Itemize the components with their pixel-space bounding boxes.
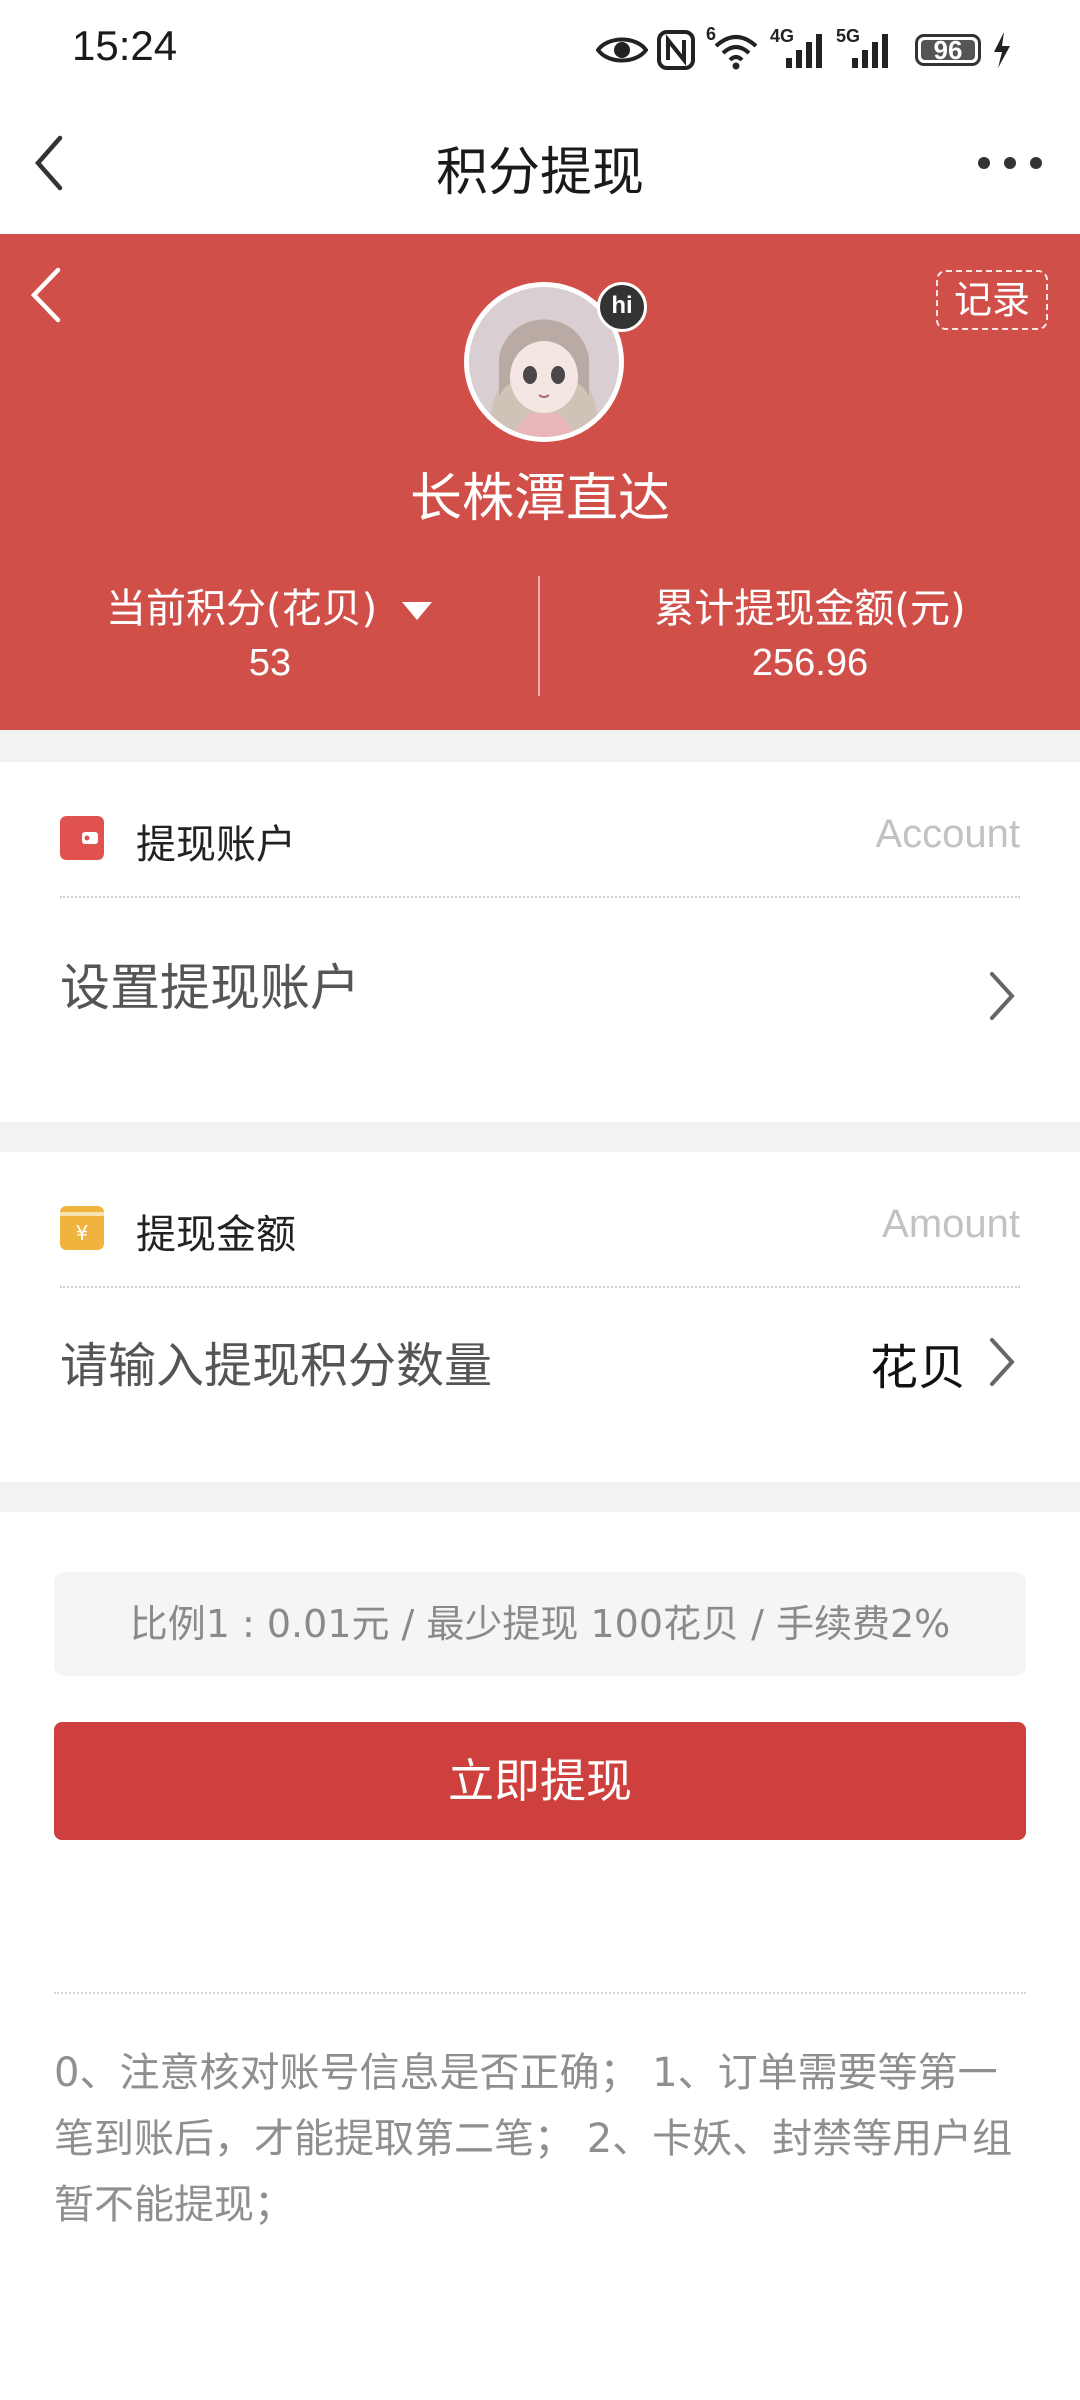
page-title: 积分提现 xyxy=(435,143,644,203)
total-withdrawn-value: 256.96 xyxy=(751,642,869,684)
status-time: 15:24 xyxy=(72,22,178,69)
amount-input[interactable]: 请输入提现积分数量 xyxy=(60,1326,492,1396)
withdraw-button[interactable]: 立即提现 xyxy=(54,1722,1026,1840)
current-points-value: 53 xyxy=(248,642,292,684)
eye-icon xyxy=(596,37,648,63)
more-icon[interactable] xyxy=(970,128,1050,198)
set-account-row[interactable]: 设置提现账户 xyxy=(0,898,1080,1088)
nfc-icon xyxy=(657,30,695,70)
dropdown-icon xyxy=(401,602,432,620)
nav-bar: 积分提现 xyxy=(0,100,1080,234)
profile-header: 记录 hi 长株潭直达 当前积分(花贝) 53 累计提现金额(元) 256.96 xyxy=(0,234,1080,730)
amount-section-title: 提现金额 xyxy=(136,1212,296,1258)
wallet-icon xyxy=(60,816,104,860)
ratio-info: 比例1 : 0.01元 / 最少提现 100花贝 / 手续费2% xyxy=(54,1572,1026,1676)
amount-section: ¥ 提现金额 Amount 请输入提现积分数量 花贝 xyxy=(0,1152,1080,1482)
battery-icon: 96 xyxy=(915,34,981,66)
wifi-icon xyxy=(714,35,758,70)
chevron-right-icon xyxy=(990,1338,1015,1386)
unit-selector[interactable]: 花贝 xyxy=(870,1328,966,1398)
status-bar: 15:24 6 4G 5G 96 xyxy=(0,0,1080,100)
amount-input-row[interactable]: 请输入提现积分数量 花贝 xyxy=(0,1288,1080,1438)
section-divider xyxy=(0,730,1080,762)
account-section: 提现账户 Account 设置提现账户 xyxy=(0,762,1080,1124)
back-icon[interactable] xyxy=(18,260,78,330)
record-button[interactable]: 记录 xyxy=(936,270,1048,330)
battery-level: 96 xyxy=(933,35,963,65)
current-points-label-group[interactable]: 当前积分(花贝) xyxy=(0,576,540,634)
signal-icon xyxy=(786,34,822,68)
svg-text:¥: ¥ xyxy=(76,1221,89,1245)
notes-separator xyxy=(54,1992,1026,1994)
chevron-right-icon xyxy=(990,972,1015,1020)
set-account-label: 设置提现账户 xyxy=(60,959,360,1017)
signal-icon xyxy=(852,34,888,68)
section-divider xyxy=(0,1122,1080,1152)
avatar-hi-badge: hi xyxy=(597,282,647,332)
account-section-hint: Account xyxy=(875,812,1020,856)
money-icon: ¥ xyxy=(60,1206,104,1250)
account-section-title: 提现账户 xyxy=(136,822,296,868)
amount-section-hint: Amount xyxy=(882,1202,1020,1246)
charging-icon xyxy=(994,32,1010,68)
notes-text: 0、注意核对账号信息是否正确； 1、订单需要等第一笔到账后，才能提取第二笔； 2… xyxy=(54,2050,1013,2228)
total-withdrawn-label: 累计提现金额(元) xyxy=(654,586,966,632)
current-points-label: 当前积分(花贝) xyxy=(106,586,378,632)
username: 长株潭直达 xyxy=(409,469,670,529)
section-divider xyxy=(0,1482,1080,1512)
